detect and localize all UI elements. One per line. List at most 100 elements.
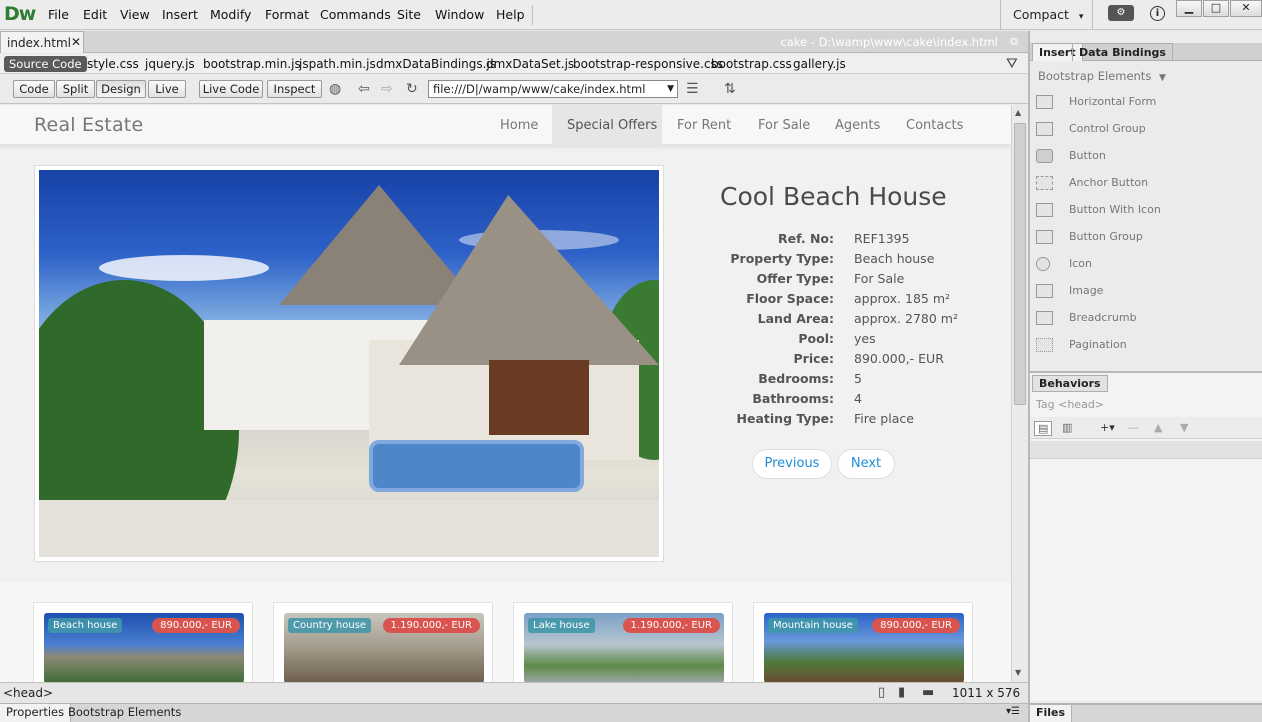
show-set-events-icon[interactable]: ▤ — [1034, 421, 1053, 436]
nav-home[interactable]: Home — [500, 118, 538, 133]
nav-for-rent[interactable]: For Rent — [677, 118, 731, 133]
previous-button[interactable]: Previous — [752, 449, 832, 479]
menu-help[interactable]: Help — [496, 7, 525, 22]
tab-files[interactable]: Files — [1030, 705, 1073, 722]
design-view-button[interactable]: Design — [96, 80, 146, 98]
back-arrow-icon[interactable]: ⇦ — [358, 81, 370, 97]
nav-agents[interactable]: Agents — [835, 118, 880, 133]
close-icon[interactable]: ✕ — [71, 35, 81, 49]
filter-icon[interactable]: ⛛ — [1006, 56, 1018, 72]
scroll-up-icon[interactable]: ▲ — [1015, 108, 1021, 117]
code-view-button[interactable]: Code — [13, 80, 55, 98]
insert-item-breadcrumb[interactable]: Breadcrumb — [1036, 309, 1256, 329]
property-label: Price: — [793, 351, 835, 366]
live-code-button[interactable]: Live Code — [199, 80, 263, 98]
nav-contacts[interactable]: Contacts — [906, 118, 963, 133]
nav-for-sale[interactable]: For Sale — [758, 118, 810, 133]
related-file[interactable]: style.css — [87, 57, 139, 71]
nav-special-offers[interactable]: Special Offers — [567, 118, 657, 133]
desktop-size-icon[interactable]: ▬ — [922, 685, 934, 700]
menu-window[interactable]: Window — [435, 7, 484, 22]
address-bar[interactable]: file:///D|/wamp/www/cake/index.html ▼ — [428, 80, 678, 98]
add-behavior-icon[interactable]: +▾ — [1100, 421, 1115, 434]
menu-file[interactable]: File — [48, 7, 69, 22]
source-code-button[interactable]: Source Code — [4, 56, 87, 72]
sand — [39, 500, 659, 557]
behaviors-list[interactable] — [1030, 441, 1262, 459]
tab-properties[interactable]: Properties — [0, 704, 72, 722]
close-button[interactable]: ✕ — [1230, 0, 1262, 17]
related-file[interactable]: gallery.js — [793, 57, 846, 71]
show-all-events-icon[interactable]: ▥ — [1062, 421, 1072, 434]
insert-item-anchor-button[interactable]: Anchor Button — [1036, 174, 1256, 194]
related-file[interactable]: bootstrap.min.js — [203, 57, 301, 71]
menu-edit[interactable]: Edit — [83, 7, 107, 22]
insert-category-select[interactable]: Bootstrap Elements ▼ — [1038, 69, 1166, 83]
file-transfer-icon[interactable]: ⇅ — [724, 81, 736, 97]
panel-options-icon[interactable]: ▾☰ — [1006, 706, 1020, 717]
minimize-button[interactable]: ▁ — [1176, 0, 1202, 17]
move-up-icon[interactable]: ▲ — [1154, 421, 1162, 434]
related-file[interactable]: jspath.min.js — [299, 57, 376, 71]
split-view-button[interactable]: Split — [56, 80, 95, 98]
tab-bootstrap-elements[interactable]: Bootstrap Elements — [62, 704, 187, 722]
maximize-button[interactable]: □ — [1203, 0, 1229, 17]
insert-item-button-group[interactable]: Button Group — [1036, 228, 1256, 248]
view-options-icon[interactable]: ☰ — [686, 81, 699, 97]
listing-card[interactable]: Mountain house 890.000,- EUR — [753, 602, 973, 682]
listing-type-badge: Beach house — [48, 618, 123, 633]
design-view[interactable]: Real Estate Home Special Offers For Rent… — [0, 105, 1011, 682]
window-size[interactable]: 1011 x 576 — [952, 686, 1020, 700]
sync-settings-icon[interactable]: ⚙ — [1108, 5, 1134, 21]
live-view-button[interactable]: Live — [148, 80, 186, 98]
menu-insert[interactable]: Insert — [162, 7, 198, 22]
move-down-icon[interactable]: ▼ — [1180, 421, 1188, 434]
property-label: Offer Type: — [756, 271, 834, 286]
site-brand[interactable]: Real Estate — [34, 114, 143, 136]
listing-card[interactable]: Beach house 890.000,- EUR — [33, 602, 253, 682]
property-photo — [39, 170, 659, 557]
scrollbar-thumb[interactable] — [1014, 123, 1026, 405]
insert-item-icon[interactable]: Icon — [1036, 255, 1256, 275]
mobile-size-icon[interactable]: ▯ — [878, 685, 885, 700]
next-button[interactable]: Next — [837, 449, 895, 479]
related-file[interactable]: bootstrap-responsive.css — [573, 57, 723, 71]
related-file[interactable]: jquery.js — [145, 57, 195, 71]
workspace-label: Compact — [1013, 7, 1069, 22]
related-file[interactable]: dmxDataBindings.js — [376, 57, 496, 71]
tab-data-bindings[interactable]: Data Bindings — [1072, 43, 1173, 61]
property-value: Fire place — [854, 411, 914, 426]
info-icon[interactable]: i — [1150, 6, 1165, 21]
menu-view[interactable]: View — [120, 7, 150, 22]
menu-modify[interactable]: Modify — [210, 7, 251, 22]
insert-item-horizontal-form[interactable]: Horizontal Form — [1036, 93, 1256, 113]
tab-behaviors[interactable]: Behaviors — [1032, 375, 1108, 392]
insert-item-control-group[interactable]: Control Group — [1036, 120, 1256, 140]
insert-item-pagination[interactable]: Pagination — [1036, 336, 1256, 356]
insert-item-image[interactable]: Image — [1036, 282, 1256, 302]
property-value: yes — [854, 331, 876, 346]
scroll-down-icon[interactable]: ▼ — [1015, 668, 1021, 677]
globe-icon[interactable]: ◍ — [329, 81, 341, 97]
inspect-button[interactable]: Inspect — [267, 80, 322, 98]
menu-format[interactable]: Format — [265, 7, 309, 22]
restore-icon[interactable]: ⧉ — [1010, 35, 1018, 49]
property-value: For Sale — [854, 271, 905, 286]
refresh-icon[interactable]: ↻ — [406, 81, 418, 97]
menu-site[interactable]: Site — [397, 7, 421, 22]
forward-arrow-icon[interactable]: ⇨ — [381, 81, 393, 97]
related-file[interactable]: dmxDataSet.js — [486, 57, 574, 71]
insert-item-button[interactable]: Button — [1036, 147, 1256, 167]
chevron-down-icon[interactable]: ▼ — [667, 81, 674, 97]
design-view-scrollbar[interactable]: ▲ ▼ — [1011, 105, 1028, 682]
insert-item-button-with-icon[interactable]: Button With Icon — [1036, 201, 1256, 221]
document-tab[interactable]: index.html ✕ — [0, 31, 84, 53]
remove-behavior-icon[interactable]: — — [1128, 421, 1139, 434]
listing-card[interactable]: Lake house 1.190.000,- EUR — [513, 602, 733, 682]
tag-selector[interactable]: <head> — [3, 686, 53, 700]
tablet-size-icon[interactable]: ▮ — [898, 685, 905, 700]
workspace-switcher[interactable]: Compact ▾ — [1013, 7, 1083, 22]
related-file[interactable]: bootstrap.css — [711, 57, 792, 71]
listing-card[interactable]: Country house 1.190.000,- EUR — [273, 602, 493, 682]
menu-commands[interactable]: Commands — [320, 7, 391, 22]
